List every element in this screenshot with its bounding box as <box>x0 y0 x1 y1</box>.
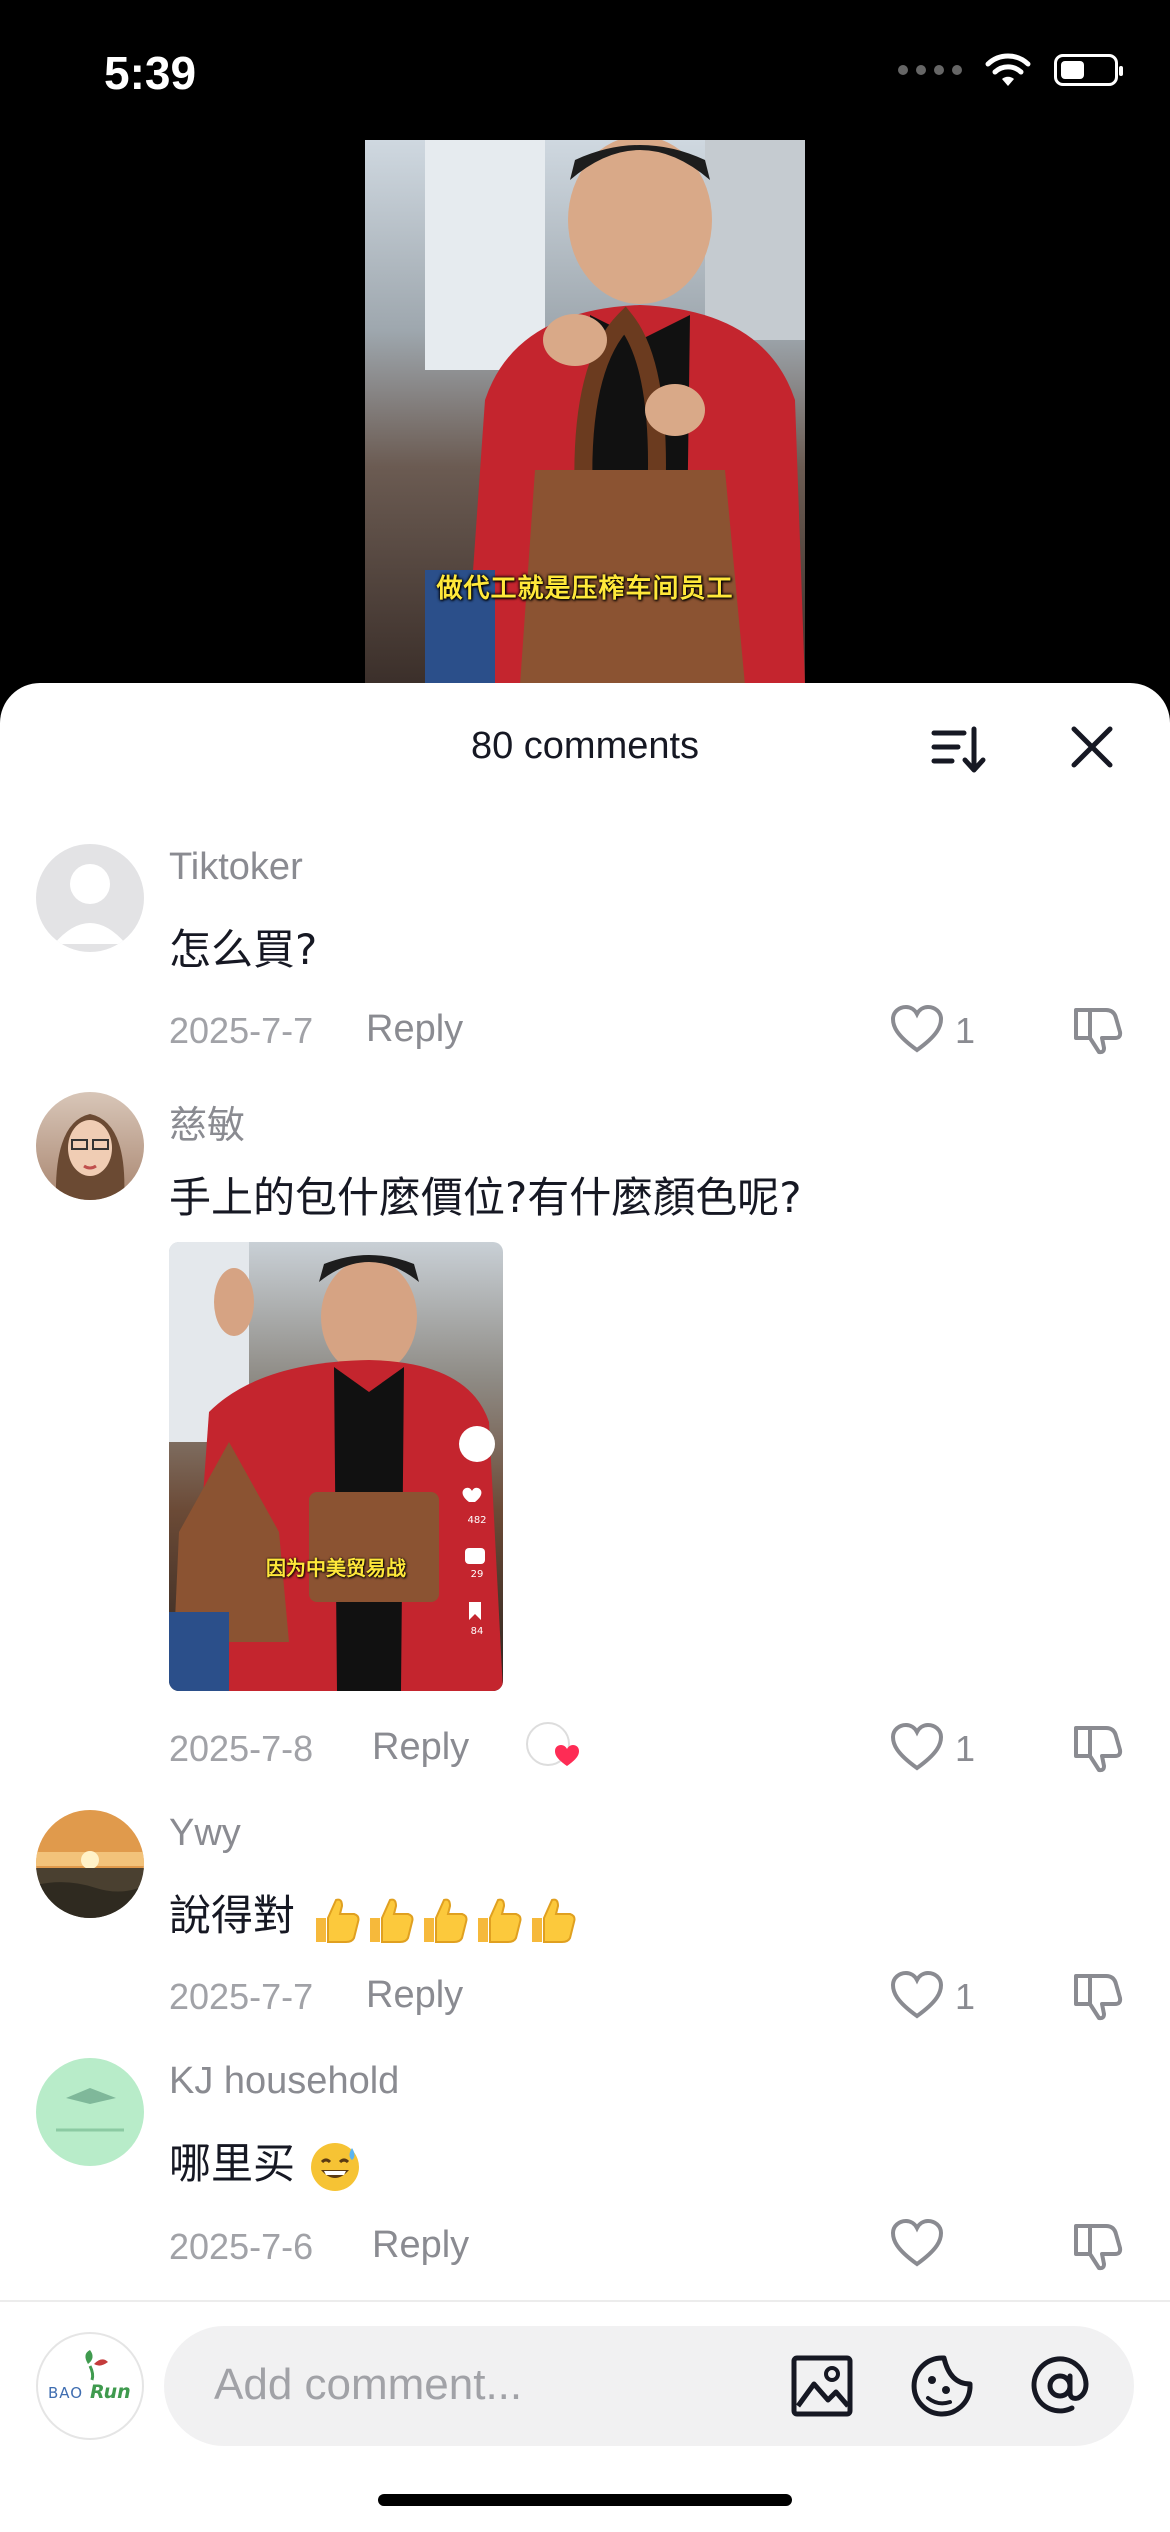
user-photo <box>36 1810 144 1918</box>
close-icon[interactable] <box>1064 719 1120 775</box>
thumbs-up-emoji-icon <box>478 1898 522 1943</box>
at-icon[interactable] <box>1028 2354 1092 2418</box>
comment-date: 2025-7-7 <box>169 1976 314 2017</box>
home-indicator <box>378 2494 792 2506</box>
heart-outline-icon[interactable] <box>890 1722 944 1772</box>
heart-filled-icon <box>555 1745 579 1766</box>
thumbs-up-emoji-icon <box>532 1898 576 1943</box>
comment-date: 2025-7-8 <box>169 1728 314 1769</box>
comment-text-content: 說得對 <box>169 1891 296 1940</box>
avatar[interactable] <box>36 2058 144 2166</box>
thumbs-up-emoji-icon <box>370 1898 414 1943</box>
heart-outline-icon[interactable] <box>890 2218 944 2268</box>
thumbs-up-emoji-icon <box>316 1898 360 1943</box>
thumbs-up-emoji-icon <box>424 1898 468 1943</box>
image-like-count: 482 <box>467 1515 486 1526</box>
comment-text: 手上的包什麼價位?有什麼顏色呢? <box>169 1173 802 1222</box>
thumbs-down-icon[interactable] <box>1070 1720 1124 1774</box>
heart-outline-icon[interactable] <box>890 1004 944 1054</box>
status-time: 5:39 <box>104 47 197 99</box>
baorun-logo: BAO Run <box>48 2350 131 2403</box>
user-photo <box>55 1114 125 1200</box>
comment-text-content: 哪里买 <box>169 2139 296 2188</box>
comment-image-caption: 因为中美贸易战 <box>266 1556 406 1580</box>
comment-date: 2025-7-6 <box>169 2226 314 2267</box>
wifi-icon <box>985 53 1031 86</box>
svg-text:BAO: BAO <box>48 2384 83 2402</box>
status-indicators <box>898 52 1123 88</box>
video-preview[interactable]: 做代工就是压榨车间员工 <box>365 140 805 685</box>
comment-text: 哪里买 <box>169 2130 362 2194</box>
avatar[interactable] <box>36 844 144 952</box>
comment-date: 2025-7-7 <box>169 1010 314 1051</box>
comment-author[interactable]: 慈敏 <box>169 1094 245 1149</box>
like-count: 1 <box>955 1976 976 2017</box>
status-bar: 5:39 <box>0 0 1170 140</box>
default-avatar-icon <box>54 864 126 944</box>
reply-button[interactable]: Reply <box>366 1974 463 2017</box>
like-count: 1 <box>955 1010 976 1051</box>
sticker-icon[interactable] <box>910 2354 974 2418</box>
video-caption: 做代工就是压榨车间员工 <box>436 574 734 604</box>
image-save-count: 84 <box>471 1626 484 1637</box>
image-icon[interactable] <box>790 2354 854 2418</box>
comment-author[interactable]: KJ household <box>169 2060 399 2103</box>
like-count: 1 <box>955 1728 976 1769</box>
sort-icon[interactable] <box>928 719 988 779</box>
cellular-signal-icon <box>898 65 962 75</box>
user-photo <box>56 2088 124 2132</box>
thumbs-up-emoji-group <box>308 1891 578 1943</box>
svg-text:Run: Run <box>90 2381 131 2403</box>
thumbs-down-icon[interactable] <box>1070 2218 1124 2272</box>
reply-button[interactable]: Reply <box>366 1008 463 1051</box>
reply-button[interactable]: Reply <box>372 2224 469 2267</box>
battery-icon <box>1054 54 1123 86</box>
thumbs-down-icon[interactable] <box>1070 1002 1124 1056</box>
heart-outline-icon[interactable] <box>890 1970 944 2020</box>
comment-text: 說得對 <box>169 1882 578 1946</box>
comment-author[interactable]: Ywy <box>169 1812 241 1855</box>
comment-text: 怎么買? <box>169 925 318 974</box>
sheet-header: 80 comments <box>0 683 1170 801</box>
thumbs-down-icon[interactable] <box>1070 1968 1124 2022</box>
grinning-sweat-emoji-icon <box>311 2142 360 2191</box>
current-user-avatar[interactable]: BAO Run <box>36 2332 144 2440</box>
comment-image[interactable]: 482 29 84 因为中美贸易战 <box>169 1242 503 1691</box>
avatar[interactable] <box>36 1092 144 1200</box>
comment-input-placeholder: Add comment... <box>214 2360 523 2409</box>
reply-button[interactable]: Reply <box>372 1726 469 1769</box>
avatar[interactable] <box>36 1810 144 1918</box>
comments-count-title: 80 comments <box>470 725 700 767</box>
composer-divider <box>0 2300 1170 2302</box>
comment-author[interactable]: Tiktoker <box>169 846 303 889</box>
comment-image-graphic: 482 29 84 <box>169 1242 503 1691</box>
